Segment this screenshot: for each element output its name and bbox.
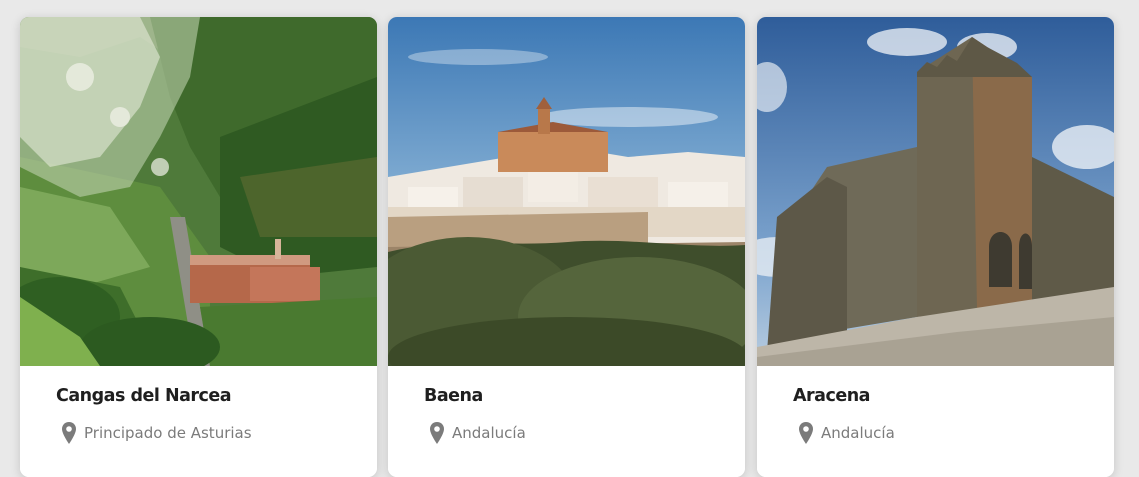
destination-location: Principado de Asturias: [62, 421, 252, 445]
destination-location: Andalucía: [799, 421, 895, 445]
destination-card-baena[interactable]: Baena Andalucía: [388, 17, 745, 477]
destination-title[interactable]: Aracena: [793, 386, 871, 406]
map-pin-icon: [799, 422, 813, 444]
destination-photo-baena[interactable]: [388, 17, 745, 366]
destination-card-aracena[interactable]: Aracena Andalucía: [757, 17, 1114, 477]
location-label: Andalucía: [452, 424, 526, 442]
destination-card-cangas-del-narcea[interactable]: Cangas del Narcea Principado de Asturias: [20, 17, 377, 477]
destination-location: Andalucía: [430, 421, 526, 445]
destination-title[interactable]: Cangas del Narcea: [56, 386, 232, 406]
destination-info-baena: Baena Andalucía: [388, 366, 745, 477]
destination-photo-aracena[interactable]: [757, 17, 1114, 366]
destination-photo-cangas-del-narcea[interactable]: [20, 17, 377, 366]
location-label: Andalucía: [821, 424, 895, 442]
map-pin-icon: [62, 422, 76, 444]
location-label: Principado de Asturias: [84, 424, 252, 442]
destination-cards-row: Cangas del Narcea Principado de Asturias: [0, 0, 1139, 477]
destination-info-aracena: Aracena Andalucía: [757, 366, 1114, 477]
map-pin-icon: [430, 422, 444, 444]
destination-title[interactable]: Baena: [424, 386, 483, 406]
destination-info-cangas-del-narcea: Cangas del Narcea Principado de Asturias: [20, 366, 377, 477]
